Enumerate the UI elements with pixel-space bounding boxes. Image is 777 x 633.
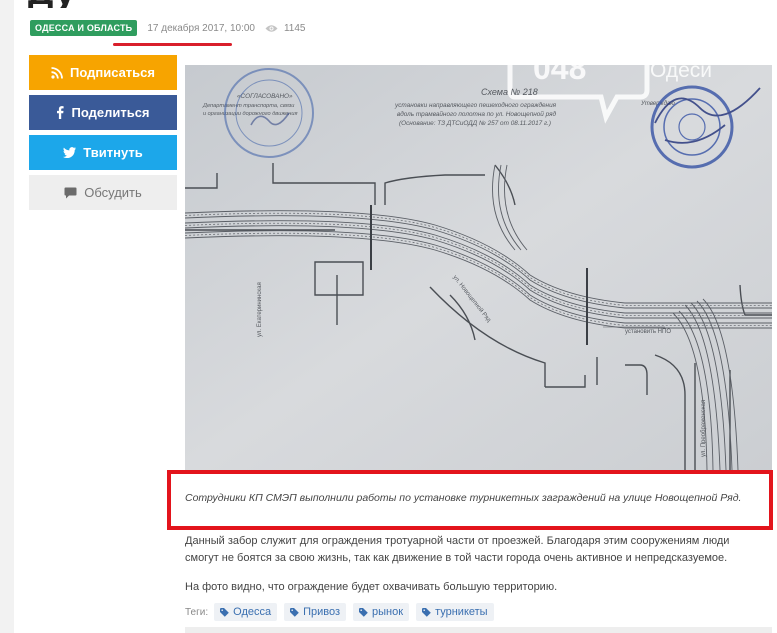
facebook-share-button[interactable]: Поделиться	[29, 95, 177, 130]
tag-odessa[interactable]: Одесса	[214, 603, 278, 621]
rss-icon	[51, 66, 63, 79]
tag-label: Одесса	[233, 606, 272, 618]
subscribe-label: Подписаться	[69, 65, 155, 80]
article-title: ду	[28, 0, 148, 8]
street-label-1: ул. Екатерининская	[257, 282, 263, 337]
stamp-left-title: «СОГЛАСОВАНО»	[237, 93, 293, 100]
tag-icon	[422, 607, 431, 617]
subscribe-button[interactable]: Подписаться	[29, 55, 177, 90]
twitter-icon	[63, 147, 77, 158]
tag-turnikety[interactable]: турникеты	[416, 603, 494, 621]
tag-icon	[290, 607, 299, 617]
doc-line-3: (Основание: ТЗ ДТСиОДД № 257 от 08.11.20…	[399, 120, 551, 127]
body-paragraph-1: Данный забор служит для ограждения троту…	[185, 535, 730, 564]
tag-label: турникеты	[435, 606, 488, 618]
tag-privoz[interactable]: Привоз	[284, 603, 347, 621]
tag-icon	[359, 607, 368, 617]
share-label: Поделиться	[71, 105, 150, 120]
doc-line-2: вдоль трамвайного полотна по ул. Новощеп…	[397, 110, 557, 118]
article-photo[interactable]: 048 Одеси Схема № 218 установки направля…	[185, 65, 772, 470]
doc-heading: Схема № 218	[481, 87, 538, 97]
stamp-left-line-1: Департамент транспорта, связи	[202, 103, 294, 109]
street-label-3: ул. Преображенская	[701, 400, 707, 457]
tags-label: Теги:	[185, 606, 209, 618]
eye-icon	[265, 24, 278, 32]
facebook-icon	[56, 106, 65, 119]
tag-rynok[interactable]: рынок	[353, 603, 410, 621]
discuss-label: Обсудить	[84, 185, 142, 200]
discuss-button[interactable]: Обсудить	[29, 175, 177, 210]
watermark-city: Одеси	[650, 65, 712, 82]
article-body: Данный забор служит для ограждения троту…	[185, 533, 765, 608]
tag-label: рынок	[372, 606, 404, 618]
date-highlight-underline	[113, 43, 232, 46]
article-meta: ОДЕССА И ОБЛАСТЬ 17 декабря 2017, 10:00 …	[30, 18, 306, 38]
doc-line-1: установки направляющего пешеходного огра…	[394, 101, 557, 109]
tweet-label: Твитнуть	[83, 145, 143, 160]
road-scheme-drawing: 048 Одеси Схема № 218 установки направля…	[185, 65, 772, 470]
fence-label: установить НПО	[625, 329, 671, 335]
views-count: 1145	[283, 22, 306, 34]
article-title-text: ду	[28, 0, 76, 8]
views-counter: 1145	[265, 23, 306, 34]
photo-caption: Сотрудники КП СМЭП выполнили работы по у…	[185, 492, 742, 504]
bottom-divider	[185, 627, 772, 633]
tags-row: Теги: Одесса Привоз рынок турникеты	[185, 603, 501, 621]
body-paragraph-2: На фото видно, что ограждение будет охва…	[185, 581, 558, 593]
tag-label: Привоз	[303, 606, 341, 618]
watermark-number: 048	[533, 65, 586, 86]
publish-date: 17 декабря 2017, 10:00	[147, 22, 255, 34]
tag-icon	[220, 607, 229, 617]
share-buttons: Подписаться Поделиться Твитнуть Обсудить	[29, 55, 177, 215]
comment-icon	[64, 187, 77, 199]
twitter-share-button[interactable]: Твитнуть	[29, 135, 177, 170]
stamp-left-line-2: и организации дорожного движения	[203, 111, 297, 117]
category-badge[interactable]: ОДЕССА И ОБЛАСТЬ	[30, 20, 138, 36]
